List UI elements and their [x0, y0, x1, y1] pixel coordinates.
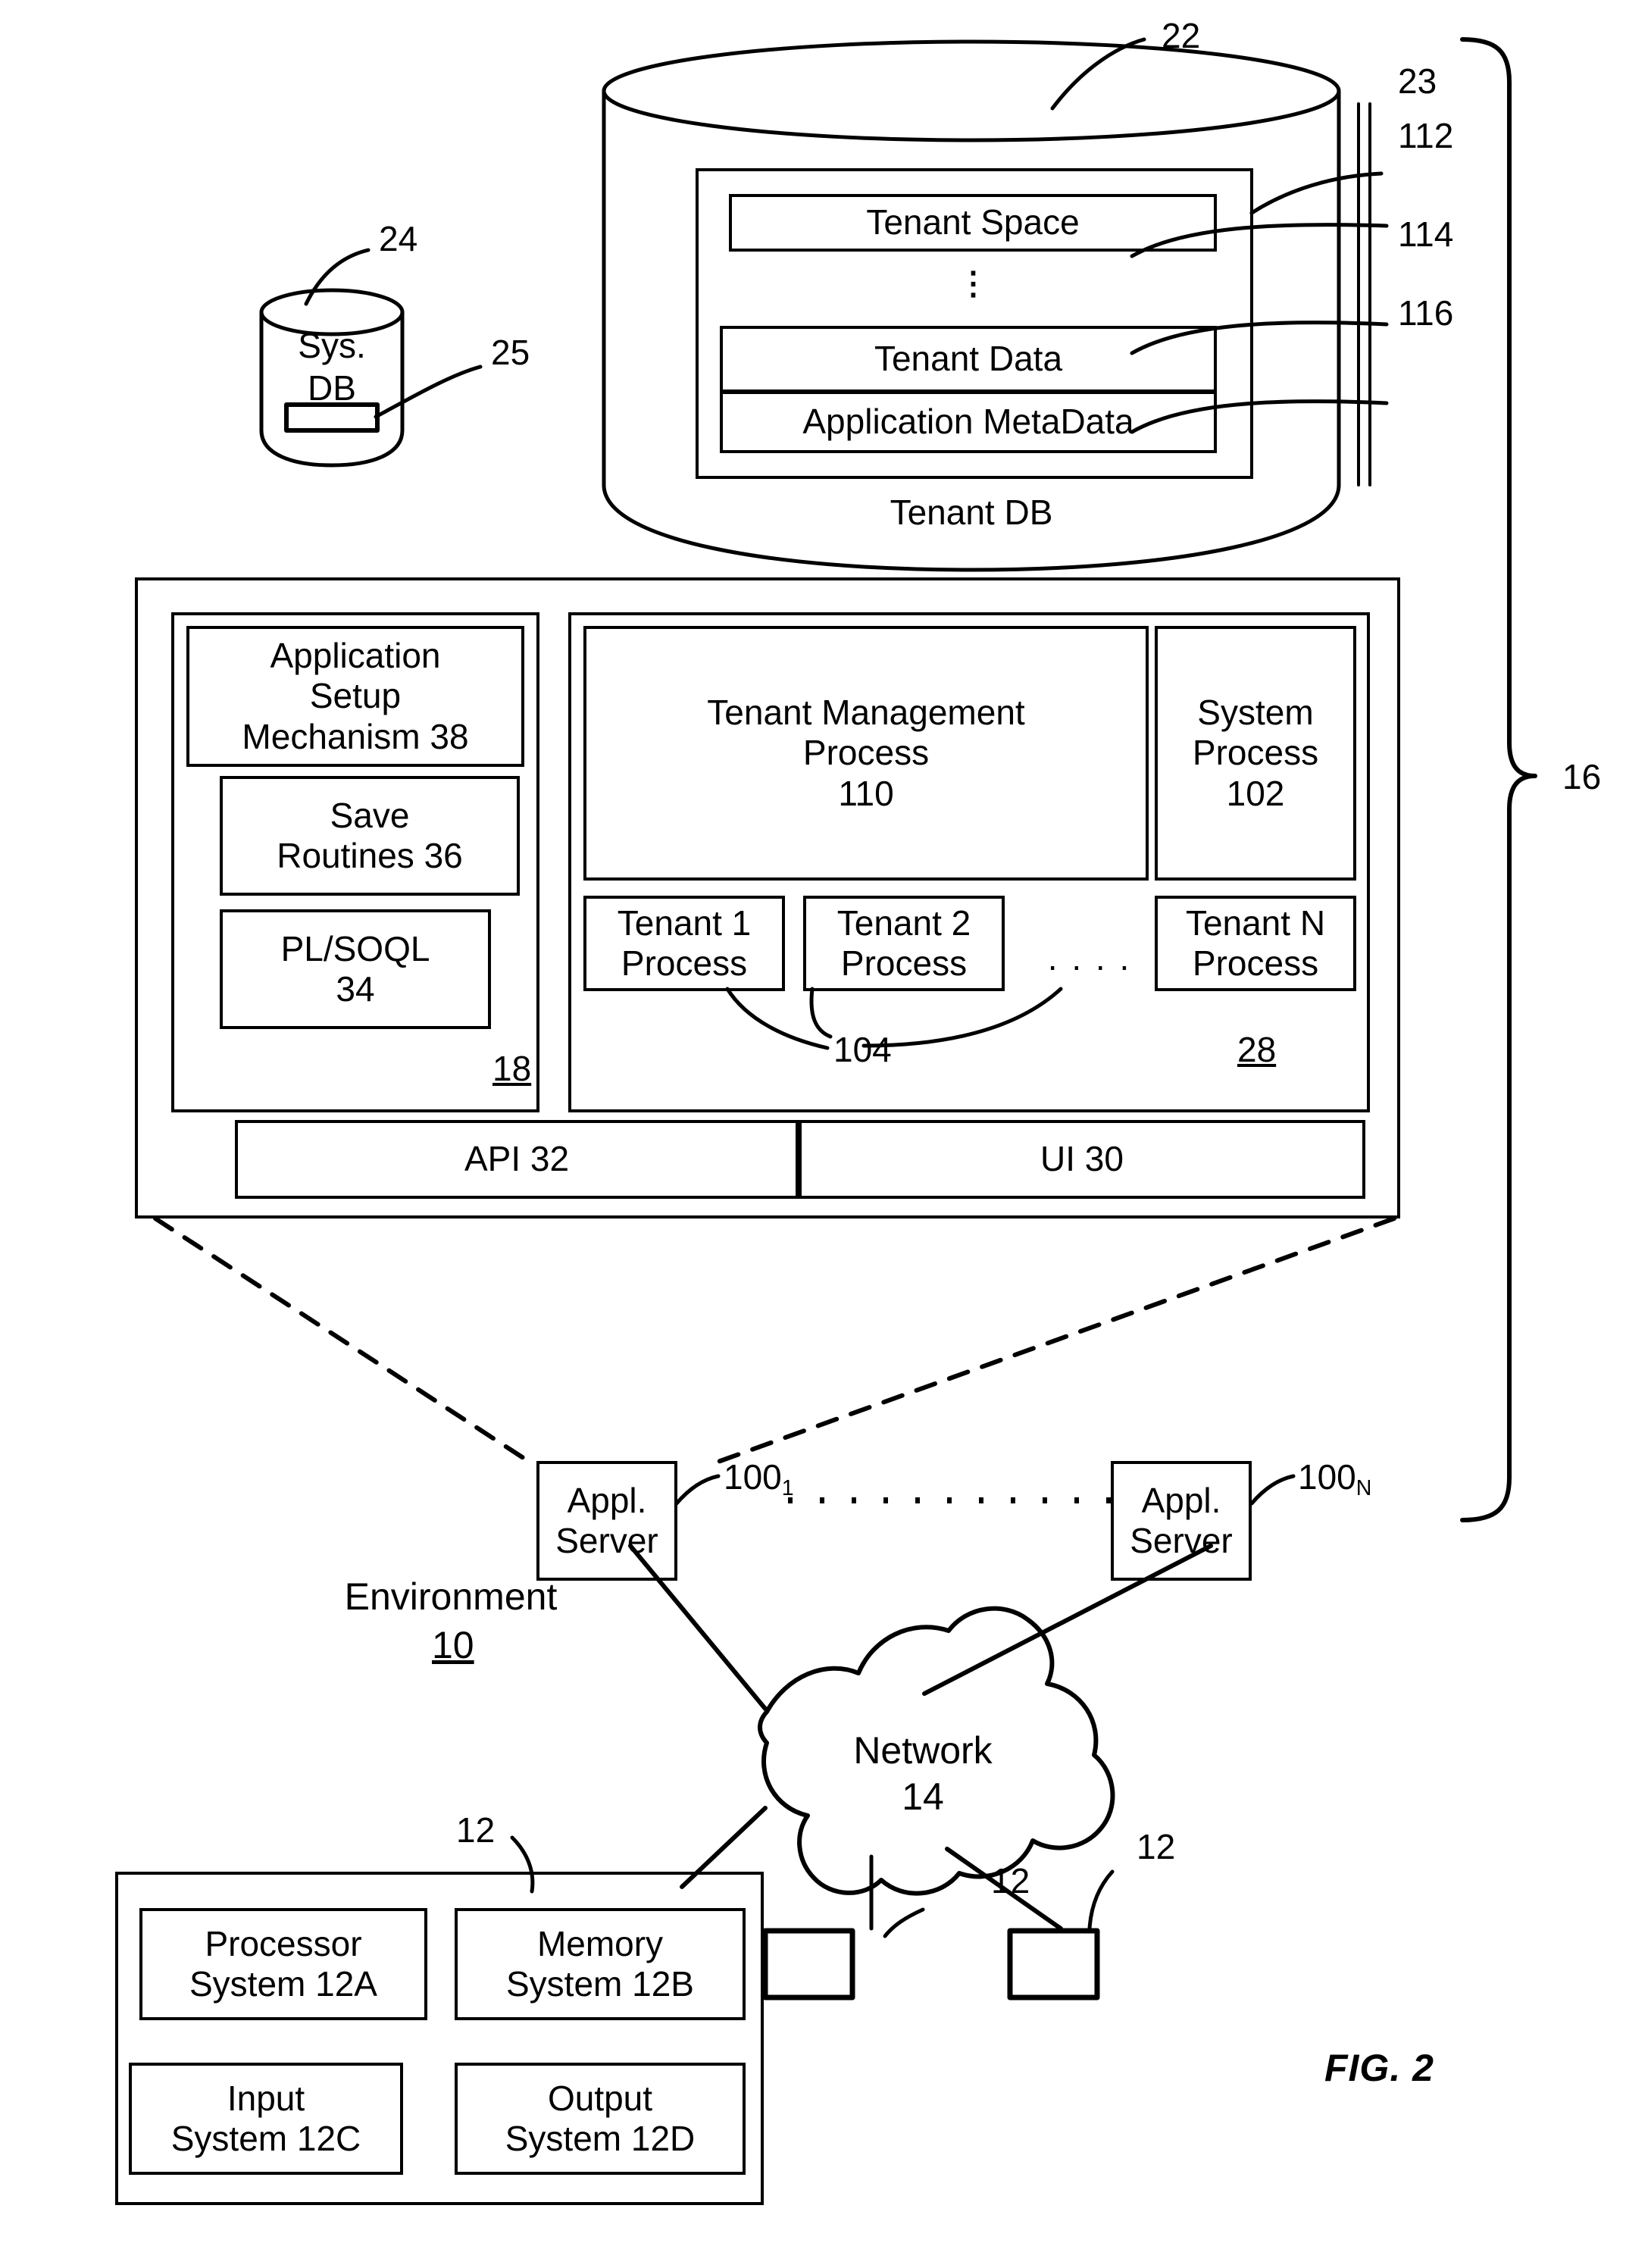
ref-100-1-number: 100	[724, 1457, 782, 1497]
ref-100-n-number: 100	[1298, 1457, 1356, 1497]
tenant-process-ellipsis: . . . .	[1047, 938, 1132, 978]
processor-system-box: Processor System 12A	[139, 1908, 427, 2020]
ui-label: UI 30	[1040, 1139, 1124, 1179]
leader-22	[1050, 37, 1146, 111]
tenant-n-process-label: Tenant N Process	[1185, 903, 1326, 983]
ui-bar: UI 30	[799, 1120, 1365, 1199]
input-system-label: Input System 12C	[170, 2078, 361, 2158]
tenant-management-process-label: Tenant Management Process 110	[707, 692, 1025, 813]
system-process-box: System Process 102	[1155, 626, 1356, 881]
leader-12-b	[883, 1907, 925, 1938]
tenant-db-caption: Tenant DB	[890, 493, 1053, 532]
expansion-dashed-lines	[153, 1216, 1396, 1465]
pl-soql-label: PL/SOQL 34	[280, 928, 430, 1009]
sys-db-label: Sys. DB	[298, 326, 366, 408]
ref-16: 16	[1562, 757, 1602, 796]
application-metadata-label: Application MetaData	[802, 402, 1134, 442]
ref-112: 112	[1398, 116, 1454, 155]
ref-100-1-sub: 1	[781, 1475, 794, 1500]
output-system-label: Output System 12D	[505, 2078, 696, 2158]
appl-server-n-label: Appl. Server	[1130, 1480, 1233, 1560]
api-label: API 32	[464, 1139, 570, 1179]
leader-24	[304, 248, 371, 306]
tenant-space-label: Tenant Space	[866, 202, 1080, 242]
output-system-box: Output System 12D	[455, 2063, 746, 2175]
ref-25: 25	[491, 333, 530, 372]
api-bar: API 32	[235, 1120, 799, 1199]
ref-22: 22	[1162, 16, 1201, 55]
save-routines-box: Save Routines 36	[220, 776, 520, 896]
environment-label: Environment	[344, 1575, 558, 1618]
input-system-box: Input System 12C	[129, 2063, 403, 2175]
ref-12-c: 12	[1137, 1827, 1176, 1866]
ref-100-n: 100N	[1298, 1456, 1371, 1501]
tenant-data-box: Tenant Data	[720, 326, 1217, 393]
memory-system-label: Memory System 12B	[506, 1923, 694, 2004]
tenant-data-label: Tenant Data	[874, 339, 1063, 379]
appl-server-1-box: Appl. Server	[536, 1461, 677, 1581]
ref-100-1: 1001	[724, 1456, 794, 1501]
ref-24: 24	[379, 219, 418, 258]
save-routines-label: Save Routines 36	[277, 795, 463, 875]
tenant-2-process-label: Tenant 2 Process	[836, 903, 971, 983]
user-system-box-small-2	[1007, 1928, 1100, 2001]
application-setup-mechanism-box: Application Setup Mechanism 38	[186, 626, 524, 767]
application-setup-mechanism-label: Application Setup Mechanism 38	[242, 635, 469, 756]
vertical-ellipsis: ⋮	[957, 265, 990, 301]
tenant-management-process-box: Tenant Management Process 110	[583, 626, 1149, 881]
tenant-1-process-box: Tenant 1 Process	[583, 896, 785, 991]
leader-100-n	[1249, 1474, 1296, 1506]
leader-12-c	[1087, 1869, 1115, 1931]
user-system-box-small-1	[762, 1928, 855, 2001]
patent-figure-page: 22 23 112 114 116 16 24 25 18 104 28 12 …	[0, 0, 1651, 2268]
pl-soql-box: PL/SOQL 34	[220, 909, 491, 1029]
ref-23: 23	[1398, 61, 1437, 101]
tenant-1-process-label: Tenant 1 Process	[617, 903, 752, 983]
system-bracket-16	[1460, 37, 1537, 1522]
figure-caption: FIG. 2	[1324, 2047, 1434, 2089]
memory-system-box: Memory System 12B	[455, 1908, 746, 2020]
ref-12-b: 12	[991, 1861, 1030, 1900]
application-metadata-box: Application MetaData	[720, 391, 1217, 453]
tenant-2-process-box: Tenant 2 Process	[803, 896, 1005, 991]
ref-12-main: 12	[456, 1810, 496, 1850]
tenant-space-box: Tenant Space	[729, 194, 1217, 252]
appl-server-n-box: Appl. Server	[1111, 1461, 1252, 1581]
environment-ref-10: 10	[432, 1624, 474, 1666]
system-process-label: System Process 102	[1192, 692, 1319, 813]
ref-116: 116	[1398, 293, 1454, 333]
ref-114: 114	[1398, 214, 1454, 254]
leader-100-1	[674, 1474, 721, 1506]
network-label: Network 14	[853, 1729, 993, 1818]
processor-system-label: Processor System 12A	[189, 1923, 377, 2004]
tenant-n-process-box: Tenant N Process	[1155, 896, 1356, 991]
appl-server-1-label: Appl. Server	[555, 1480, 658, 1560]
ref-100-n-sub: N	[1356, 1475, 1372, 1500]
